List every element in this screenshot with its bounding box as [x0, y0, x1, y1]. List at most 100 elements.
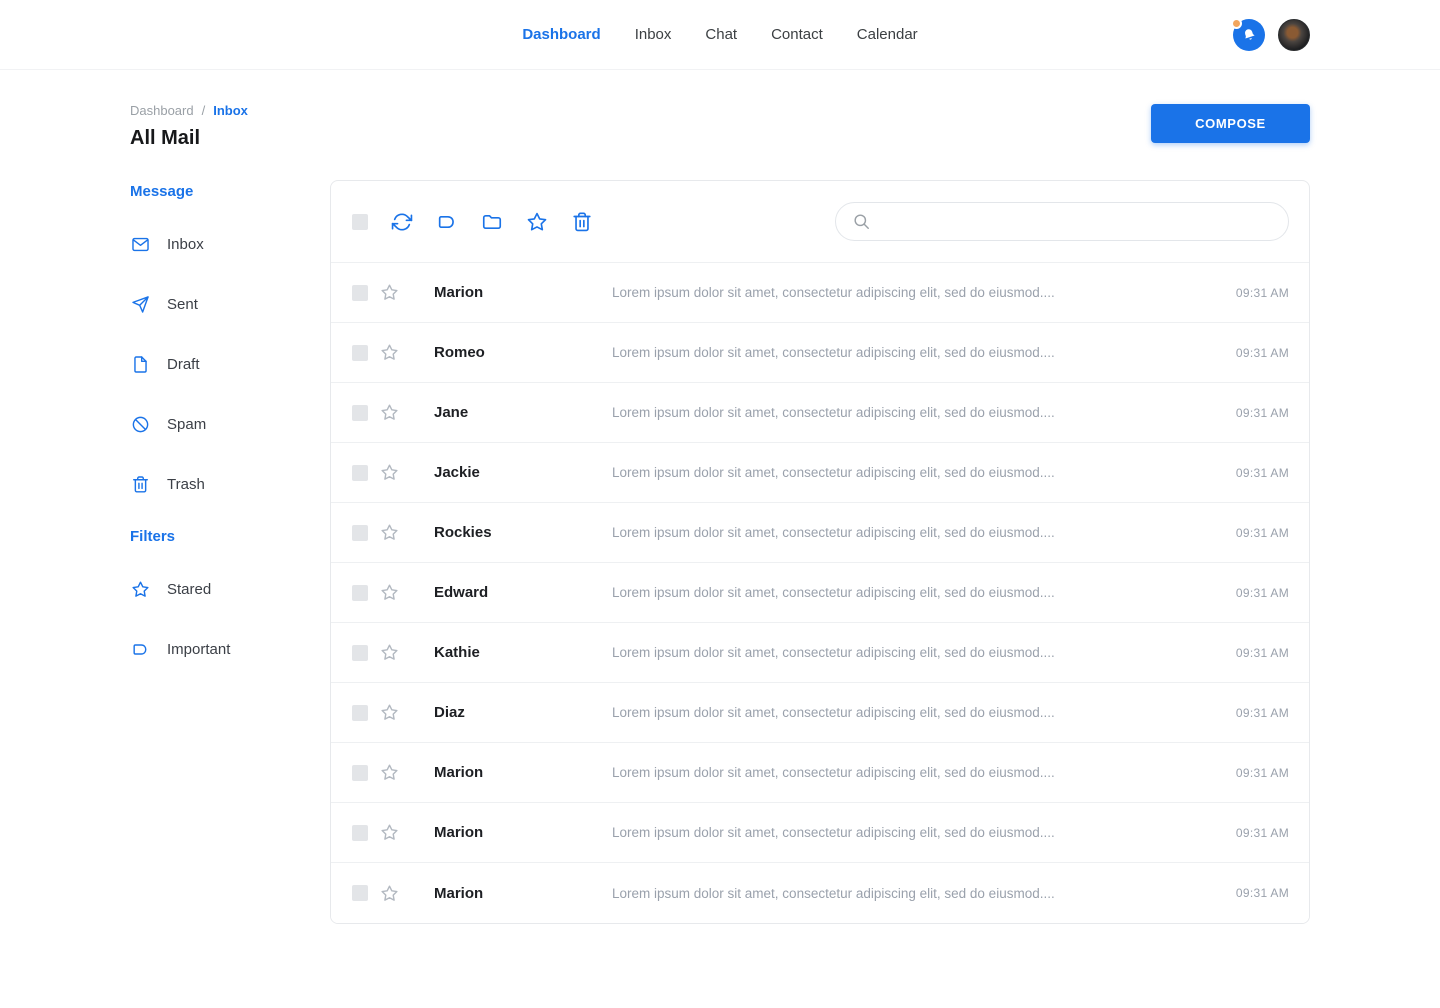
- toolbar-refresh-button[interactable]: [390, 210, 414, 234]
- nav-links: Dashboard Inbox Chat Contact Calendar: [522, 26, 917, 43]
- mail-row[interactable]: MarionLorem ipsum dolor sit amet, consec…: [331, 263, 1309, 323]
- sidebar-item-spam[interactable]: Spam: [130, 394, 330, 454]
- mail-row[interactable]: DiazLorem ipsum dolor sit amet, consecte…: [331, 683, 1309, 743]
- row-checkbox[interactable]: [352, 585, 368, 601]
- send-icon: [131, 295, 150, 314]
- page-title: All Mail: [130, 127, 248, 150]
- star-icon: [380, 884, 399, 903]
- mail-panel: Marion Lorem ipsum dolor sit amet, consec…: [330, 180, 1310, 924]
- row-star-icon[interactable]: [379, 283, 399, 303]
- sender-name: Kathie: [434, 644, 612, 661]
- preview-text: Lorem ipsum dolor sit amet, consectetur …: [612, 525, 1236, 540]
- toolbar-folder-button[interactable]: [480, 210, 504, 234]
- nav-item-inbox[interactable]: Inbox: [635, 26, 672, 43]
- mail-row[interactable]: KathieLorem ipsum dolor sit amet, consec…: [331, 623, 1309, 683]
- sidebar-item-inbox[interactable]: Inbox: [130, 214, 330, 274]
- star-icon: [380, 643, 399, 662]
- row-time: 09:31 AM: [1236, 466, 1289, 480]
- breadcrumb: Dashboard / Inbox: [130, 103, 248, 118]
- notifications-button[interactable]: [1233, 19, 1265, 51]
- row-star-icon[interactable]: [379, 463, 399, 483]
- user-avatar[interactable]: [1278, 19, 1310, 51]
- mail-row[interactable]: JaneLorem ipsum dolor sit amet, consecte…: [331, 383, 1309, 443]
- star-icon: [131, 580, 150, 599]
- row-checkbox[interactable]: [352, 285, 368, 301]
- mail-row[interactable]: MarionLorem ipsum dolor sit amet, consec…: [331, 863, 1309, 923]
- sidebar-item-label: Important: [167, 641, 230, 658]
- sidebar-item-sent[interactable]: Sent: [130, 274, 330, 334]
- row-checkbox[interactable]: [352, 345, 368, 361]
- sidebar-item-draft[interactable]: Draft: [130, 334, 330, 394]
- row-checkbox[interactable]: [352, 825, 368, 841]
- row-time: 09:31 AM: [1236, 526, 1289, 540]
- row-star-icon[interactable]: [379, 883, 399, 903]
- sidebar-item-important[interactable]: Important: [130, 619, 330, 679]
- row-time: 09:31 AM: [1236, 706, 1289, 720]
- toolbar-trash-button[interactable]: [570, 210, 594, 234]
- sidebar-item-stared[interactable]: Stared: [130, 559, 330, 619]
- select-all-checkbox[interactable]: [352, 214, 368, 230]
- row-star-icon[interactable]: [379, 343, 399, 363]
- slash-icon: [131, 415, 150, 434]
- row-star-icon[interactable]: [379, 823, 399, 843]
- label-icon: [131, 640, 150, 659]
- row-star-icon[interactable]: [379, 523, 399, 543]
- envelope-icon: [131, 235, 150, 254]
- mail-row[interactable]: EdwardLorem ipsum dolor sit amet, consec…: [331, 563, 1309, 623]
- sidebar-item-trash[interactable]: Trash: [130, 454, 330, 514]
- row-checkbox[interactable]: [352, 465, 368, 481]
- row-checkbox[interactable]: [352, 405, 368, 421]
- breadcrumb-inbox[interactable]: Inbox: [213, 103, 248, 118]
- sender-name: Edward: [434, 584, 612, 601]
- top-nav: Dashboard Inbox Chat Contact Calendar: [0, 0, 1440, 70]
- mail-rows: Marion Lorem ipsum dolor sit amet, consec…: [331, 263, 1309, 923]
- nav-right: [1233, 0, 1310, 70]
- breadcrumb-separator: /: [202, 103, 206, 118]
- sender-name: Jane: [434, 404, 612, 421]
- sidebar-item-label: Trash: [167, 476, 205, 493]
- row-time: 09:31 AM: [1236, 886, 1289, 900]
- toolbar-label-button[interactable]: [435, 210, 459, 234]
- row-star-icon[interactable]: [379, 763, 399, 783]
- row-checkbox[interactable]: [352, 885, 368, 901]
- row-checkbox[interactable]: [352, 645, 368, 661]
- nav-item-calendar[interactable]: Calendar: [857, 26, 918, 43]
- sender-name: Marion: [434, 885, 612, 902]
- page-head-left: Dashboard / Inbox All Mail: [130, 103, 248, 150]
- row-star-icon[interactable]: [379, 643, 399, 663]
- nav-item-dashboard[interactable]: Dashboard: [522, 26, 600, 43]
- nav-item-chat[interactable]: Chat: [705, 26, 737, 43]
- row-star-icon[interactable]: [379, 583, 399, 603]
- mail-row[interactable]: RockiesLorem ipsum dolor sit amet, conse…: [331, 503, 1309, 563]
- nav-item-contact[interactable]: Contact: [771, 26, 823, 43]
- row-star-icon[interactable]: [379, 403, 399, 423]
- row-checkbox[interactable]: [352, 765, 368, 781]
- sidebar-item-label: Draft: [167, 356, 200, 373]
- row-time: 09:31 AM: [1236, 826, 1289, 840]
- sidebar: MessageInboxSentDraftSpamTrashFiltersSta…: [130, 180, 330, 679]
- mail-row[interactable]: RomeoLorem ipsum dolor sit amet, consect…: [331, 323, 1309, 383]
- sidebar-item-label: Inbox: [167, 236, 204, 253]
- sender-name: Romeo: [434, 344, 612, 361]
- row-checkbox[interactable]: [352, 525, 368, 541]
- sidebar-item-label: Spam: [167, 416, 206, 433]
- row-star-icon[interactable]: [379, 703, 399, 723]
- star-icon: [380, 583, 399, 602]
- row-time: 09:31 AM: [1236, 406, 1289, 420]
- page-head: Dashboard / Inbox All Mail COMPOSE: [0, 70, 1440, 150]
- preview-text: Lorem ipsum dolor sit amet, consectetur …: [612, 825, 1236, 840]
- compose-button[interactable]: COMPOSE: [1151, 104, 1310, 143]
- star-icon: [380, 823, 399, 842]
- mail-row[interactable]: JackieLorem ipsum dolor sit amet, consec…: [331, 443, 1309, 503]
- mail-toolbar: [331, 181, 1309, 263]
- mail-row[interactable]: MarionLorem ipsum dolor sit amet, consec…: [331, 743, 1309, 803]
- sender-name: Jackie: [434, 464, 612, 481]
- search-input[interactable]: [835, 202, 1289, 241]
- mail-row[interactable]: MarionLorem ipsum dolor sit amet, consec…: [331, 803, 1309, 863]
- row-time: 09:31 AM: [1236, 646, 1289, 660]
- toolbar-star-button[interactable]: [525, 210, 549, 234]
- sender-name: Diaz: [434, 704, 612, 721]
- row-checkbox[interactable]: [352, 705, 368, 721]
- star-icon: [380, 523, 399, 542]
- breadcrumb-dashboard[interactable]: Dashboard: [130, 103, 194, 118]
